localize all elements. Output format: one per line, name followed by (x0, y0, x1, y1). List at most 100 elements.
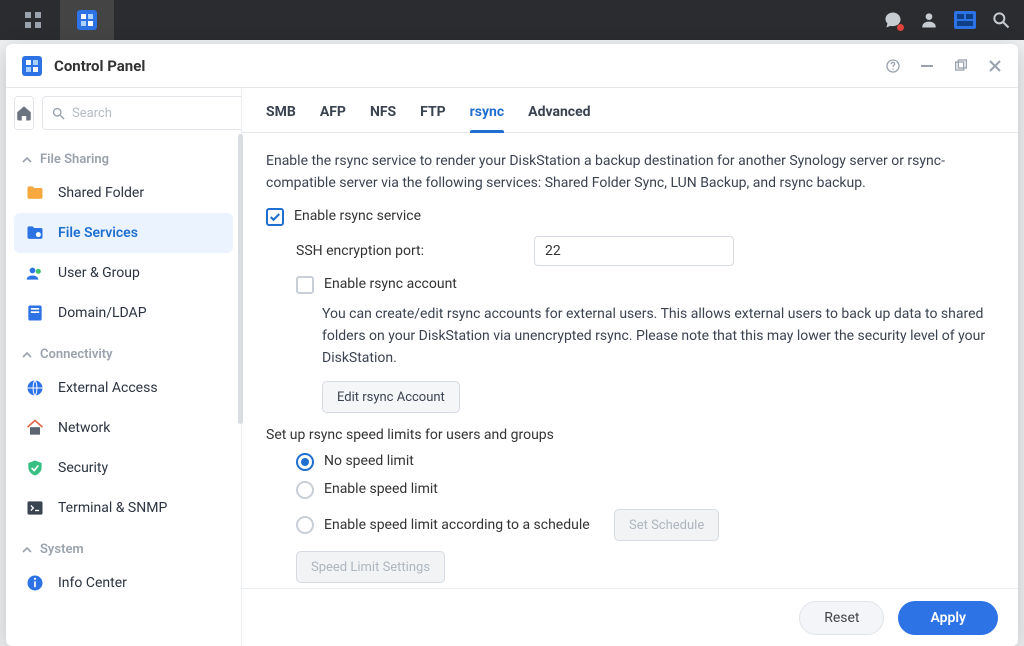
notification-dot-icon (897, 24, 904, 31)
taskbar-widgets[interactable] (948, 0, 982, 40)
tab-afp[interactable]: AFP (320, 104, 346, 132)
search-input[interactable] (72, 106, 238, 121)
chevron-up-icon (22, 155, 32, 165)
network-icon (24, 417, 46, 439)
search-icon (51, 106, 66, 121)
rsync-description: Enable the rsync service to render your … (266, 151, 994, 194)
radio-schedule-limit[interactable] (296, 516, 314, 534)
sidebar-item-label: Info Center (58, 575, 127, 591)
terminal-icon (24, 497, 46, 519)
radio-schedule-limit-label: Enable speed limit according to a schedu… (324, 517, 604, 533)
radio-enable-limit-label: Enable speed limit (324, 481, 438, 497)
control-panel-window-icon (20, 54, 44, 78)
taskbar-notifications[interactable] (876, 0, 910, 40)
account-help-text: You can create/edit rsync accounts for e… (322, 304, 994, 369)
sidebar-item-network[interactable]: Network (14, 408, 233, 448)
dashboard-icon (954, 11, 976, 29)
sidebar: File Sharing Shared Folder File Services… (6, 88, 242, 646)
sidebar-item-external-access[interactable]: External Access (14, 368, 233, 408)
control-panel-window: Control Panel (6, 44, 1018, 646)
radio-enable-limit[interactable] (296, 481, 314, 499)
sidebar-item-terminal-snmp[interactable]: Terminal & SNMP (14, 488, 233, 528)
tab-ftp[interactable]: FTP (420, 104, 446, 132)
close-button[interactable] (986, 57, 1004, 75)
close-icon (988, 59, 1002, 73)
edit-rsync-account-button[interactable]: Edit rsync Account (322, 381, 460, 413)
sidebar-item-security[interactable]: Security (14, 448, 233, 488)
folder-icon (24, 182, 46, 204)
group-connectivity-header[interactable]: Connectivity (14, 333, 233, 368)
enable-account-checkbox[interactable] (296, 276, 314, 294)
apply-button[interactable]: Apply (898, 601, 998, 635)
ssh-port-label: SSH encryption port: (296, 243, 516, 259)
sidebar-item-label: Network (58, 420, 110, 436)
minimize-button[interactable] (918, 57, 936, 75)
sidebar-item-label: File Services (58, 225, 138, 241)
globe-icon (24, 377, 46, 399)
taskbar-left (6, 0, 114, 40)
shield-icon (24, 457, 46, 479)
search-wrap[interactable] (42, 96, 242, 130)
apps-grid-icon (23, 10, 43, 30)
home-icon (15, 104, 33, 122)
enable-account-row[interactable]: Enable rsync account (266, 276, 994, 294)
book-icon (24, 302, 46, 324)
person-icon (919, 10, 939, 30)
radio-enable-limit-row[interactable]: Enable speed limit (266, 481, 994, 499)
tab-advanced[interactable]: Advanced (528, 104, 590, 132)
sidebar-item-user-group[interactable]: User & Group (14, 253, 233, 293)
sidebar-item-label: External Access (58, 380, 158, 396)
sidebar-item-file-services[interactable]: File Services (14, 213, 233, 253)
enable-rsync-checkbox[interactable] (266, 208, 284, 226)
os-taskbar (0, 0, 1024, 40)
info-icon (24, 572, 46, 594)
chevron-up-icon (22, 350, 32, 360)
maximize-button[interactable] (952, 57, 970, 75)
sidebar-item-info-center[interactable]: Info Center (14, 563, 233, 603)
sidebar-item-label: Security (58, 460, 108, 476)
search-icon (991, 10, 1011, 30)
group-system-header[interactable]: System (14, 528, 233, 563)
enable-rsync-label: Enable rsync service (294, 208, 421, 224)
footer-actions: Reset Apply (242, 588, 1018, 646)
sidebar-item-label: User & Group (58, 265, 140, 281)
speed-limit-section-title: Set up rsync speed limits for users and … (266, 427, 994, 443)
ssh-port-input[interactable] (534, 236, 734, 266)
sidebar-item-domain-ldap[interactable]: Domain/LDAP (14, 293, 233, 333)
tab-nfs[interactable]: NFS (370, 104, 396, 132)
group-label: Connectivity (40, 347, 113, 362)
help-button[interactable] (884, 57, 902, 75)
group-label: System (40, 542, 84, 557)
radio-no-limit-label: No speed limit (324, 453, 414, 469)
tab-rsync[interactable]: rsync (470, 104, 505, 132)
sidebar-item-shared-folder[interactable]: Shared Folder (14, 173, 233, 213)
home-button[interactable] (14, 96, 34, 130)
maximize-icon (953, 58, 969, 74)
speed-limit-settings-button: Speed Limit Settings (296, 551, 445, 583)
main-panel: SMB AFP NFS FTP rsync Advanced Enable th… (242, 88, 1018, 646)
reset-button[interactable]: Reset (799, 601, 884, 635)
group-file-sharing-header[interactable]: File Sharing (14, 138, 233, 173)
taskbar-search[interactable] (984, 0, 1018, 40)
window-titlebar: Control Panel (6, 44, 1018, 88)
minimize-icon (920, 59, 934, 73)
chevron-up-icon (22, 545, 32, 555)
ssh-port-row: SSH encryption port: (266, 236, 994, 266)
folder-gear-icon (24, 222, 46, 244)
sidebar-scrollbar[interactable] (238, 134, 243, 424)
radio-no-limit-row[interactable]: No speed limit (266, 453, 994, 471)
group-label: File Sharing (40, 152, 109, 167)
tab-smb[interactable]: SMB (266, 104, 296, 132)
sidebar-item-label: Terminal & SNMP (58, 500, 167, 516)
taskbar-apps-grid[interactable] (6, 0, 60, 40)
help-icon (885, 58, 901, 74)
enable-rsync-row[interactable]: Enable rsync service (266, 208, 994, 226)
set-schedule-button: Set Schedule (614, 509, 719, 541)
taskbar-control-panel[interactable] (60, 0, 114, 40)
radio-no-limit[interactable] (296, 453, 314, 471)
tab-content-rsync: Enable the rsync service to render your … (242, 133, 1018, 588)
sidebar-item-label: Domain/LDAP (58, 305, 147, 321)
taskbar-user[interactable] (912, 0, 946, 40)
taskbar-right (876, 0, 1018, 40)
radio-schedule-row[interactable]: Enable speed limit according to a schedu… (266, 509, 994, 541)
